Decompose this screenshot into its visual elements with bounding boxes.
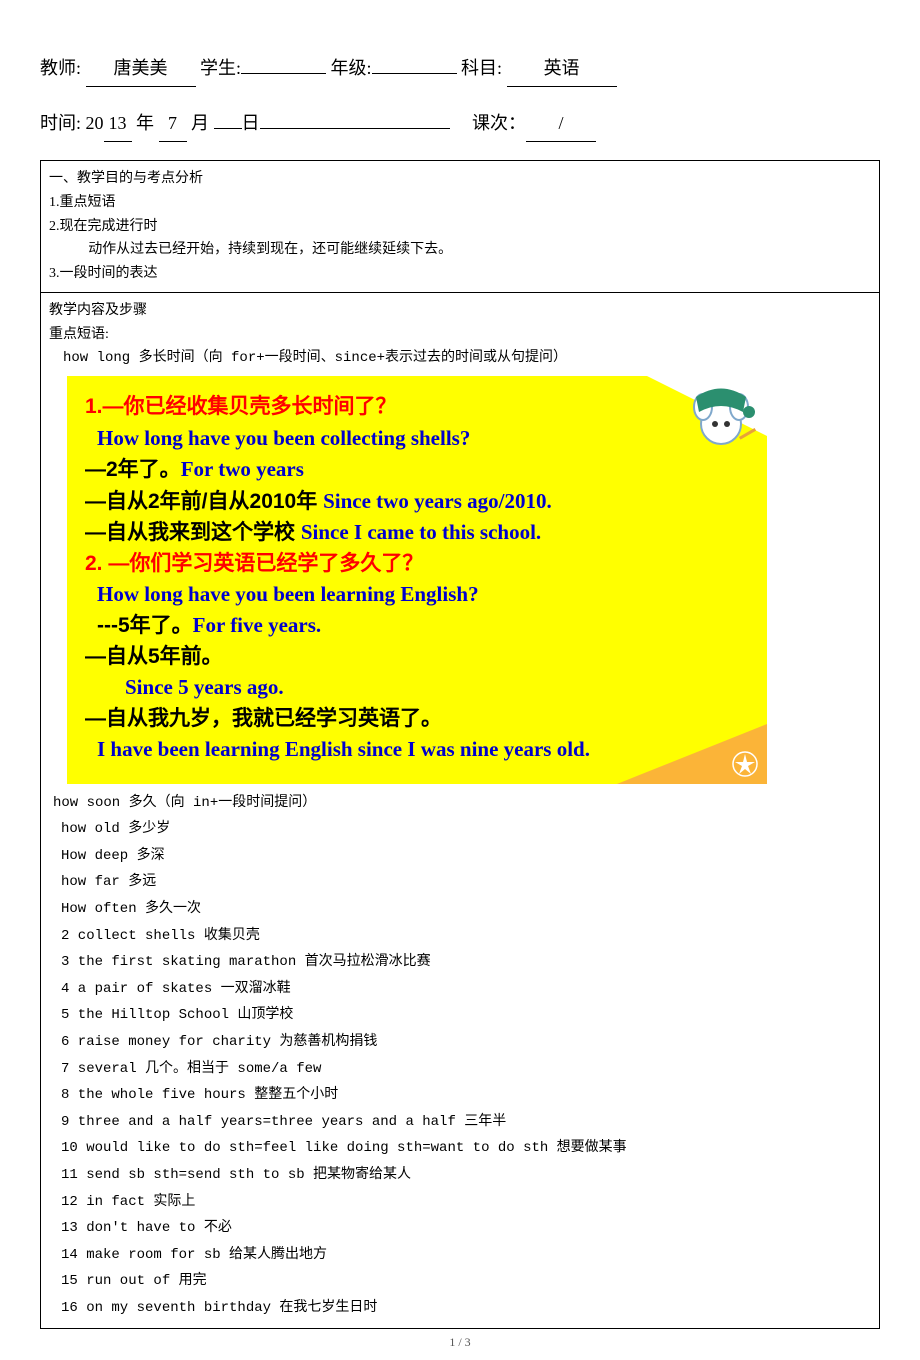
session-value: / (526, 105, 596, 142)
phrase-row: 16 on my seventh birthday 在我七岁生日时 (53, 1295, 871, 1322)
slide-a3-en: Since I came to this school. (301, 520, 541, 544)
phrase-row: 9 three and a half years=three years and… (53, 1109, 871, 1136)
month-value: 7 (159, 105, 187, 142)
page: 教师: 唐美美 学生: 年级: 科目: 英语 时间: 2013 年 7 月 日 … (0, 0, 920, 1360)
slide-a2-zh: —自从2年前/自从2010年 (85, 490, 323, 513)
phrase-row: 11 send sb sth=send sth to sb 把某物寄给某人 (53, 1162, 871, 1189)
example-slide: 1.—你已经收集贝壳多长时间了？ How long have you been … (67, 376, 767, 783)
phrase-row: how far 多远 (53, 869, 871, 896)
slide-q1-num: 1. (85, 395, 103, 418)
teacher-label: 教师: (40, 58, 86, 78)
year-value: 13 (104, 105, 132, 142)
slide-line-12: I have been learning English since I was… (85, 734, 749, 765)
subject-value: 英语 (507, 50, 617, 87)
phrase-row: 3 the first skating marathon 首次马拉松滑冰比赛 (53, 949, 871, 976)
star-logo-icon (731, 750, 759, 778)
slide-q1-zh: —你已经收集贝壳多长时间了？ (103, 395, 397, 418)
slide-line-2: How long have you been collecting shells… (85, 423, 749, 454)
phrase-row: How deep 多深 (53, 843, 871, 870)
header-line-2: 时间: 2013 年 7 月 日 课次：/ (40, 105, 880, 142)
page-footer: 1 / 3 (40, 1335, 880, 1350)
slide-a6-zh: —自从我九岁，我就已经学习英语了。 (85, 707, 442, 730)
phrases-list: how soon 多久（向 in+一段时间提问） how old 多少岁 How… (49, 790, 871, 1322)
section1-item3: 3.一段时间的表达 (49, 262, 871, 286)
year-suffix: 年 (132, 113, 159, 133)
phrase-row: 14 make room for sb 给某人腾出地方 (53, 1242, 871, 1269)
subject-label: 科目: (461, 58, 507, 78)
section1-item2-sub: 动作从过去已经开始，持续到现在，还可能继续延续下去。 (49, 238, 871, 262)
slide-line-3: —2年了。For two years (85, 454, 749, 485)
slide-line-7: How long have you been learning English? (85, 579, 749, 610)
slide-q1-en: How long have you been collecting shells… (97, 426, 470, 450)
phrase-row: How often 多久一次 (53, 896, 871, 923)
slide-line-9: —自从5年前。 (85, 642, 749, 672)
slide-a1-en: For two years (181, 457, 304, 481)
slide-line-8: ---5年了。For five years. (85, 610, 749, 641)
phrase-row: 13 don't have to 不必 (53, 1215, 871, 1242)
objectives-box: 一、教学目的与考点分析 1.重点短语 2.现在完成进行时 动作从过去已经开始，持… (40, 160, 880, 293)
slide-q2-num: 2. (85, 552, 108, 575)
student-blank (241, 73, 326, 74)
student-label: 学生: (200, 58, 241, 78)
section1-item2: 2.现在完成进行时 (49, 215, 871, 239)
slide-a1-zh: —2年了。 (85, 458, 181, 481)
slide-a4-zh: ---5年了。 (97, 614, 193, 637)
section2-title: 教学内容及步骤 (49, 299, 871, 323)
slide-a4-en: For five years. (193, 613, 321, 637)
time-blank (260, 128, 450, 129)
header-line-1: 教师: 唐美美 学生: 年级: 科目: 英语 (40, 50, 880, 87)
phrase-row: 7 several 几个。相当于 some/a few (53, 1056, 871, 1083)
phrase-row: 8 the whole five hours 整整五个小时 (53, 1082, 871, 1109)
phrase-row: how soon 多久（向 in+一段时间提问） (53, 790, 871, 817)
phrase-row: 10 would like to do sth=feel like doing … (53, 1135, 871, 1162)
day-suffix: 日 (242, 113, 260, 133)
slide-line-10: Since 5 years ago. (85, 672, 749, 703)
section2-subtitle: 重点短语: (49, 323, 871, 347)
section1-item1: 1.重点短语 (49, 191, 871, 215)
phrase-row: 2 collect shells 收集贝壳 (53, 923, 871, 950)
teacher-value: 唐美美 (86, 50, 196, 87)
slide-a6-en: I have been learning English since I was… (97, 737, 590, 761)
session-label: 课次： (472, 113, 526, 133)
phrase-row: 15 run out of 用完 (53, 1268, 871, 1295)
howlong-note: how long 多长时间（向 for+一段时间、since+表示过去的时间或从… (49, 347, 871, 371)
phrase-row: 12 in fact 实际上 (53, 1189, 871, 1216)
time-label: 时间: 20 (40, 113, 104, 133)
phrase-row: how old 多少岁 (53, 816, 871, 843)
phrase-row: 5 the Hilltop School 山顶学校 (53, 1002, 871, 1029)
slide-a2-en: Since two years ago/2010. (323, 489, 552, 513)
slide-line-5: —自从我来到这个学校 Since I came to this school. (85, 517, 749, 548)
slide-a5-zh: —自从5年前。 (85, 645, 223, 668)
section1-title: 一、教学目的与考点分析 (49, 167, 871, 191)
slide-a5-en: Since 5 years ago. (125, 675, 284, 699)
slide-q2-en: How long have you been learning English? (97, 582, 479, 606)
grade-blank (372, 73, 457, 74)
slide-line-4: —自从2年前/自从2010年 Since two years ago/2010. (85, 486, 749, 517)
phrase-row: 6 raise money for charity 为慈善机构捐钱 (53, 1029, 871, 1056)
content-box: 教学内容及步骤 重点短语: how long 多长时间（向 for+一段时间、s… (40, 293, 880, 1329)
slide-line-6: 2. —你们学习英语已经学了多久了？ (85, 549, 749, 579)
slide-line-11: —自从我九岁，我就已经学习英语了。 (85, 704, 749, 734)
slide-q2-zh: —你们学习英语已经学了多久了？ (108, 552, 423, 575)
cartoon-icon (681, 382, 761, 462)
month-suffix: 月 (187, 113, 214, 133)
grade-label: 年级: (331, 58, 372, 78)
phrase-row: 4 a pair of skates 一双溜冰鞋 (53, 976, 871, 1003)
slide-line-1: 1.—你已经收集贝壳多长时间了？ (85, 392, 749, 422)
slide-a3-zh: —自从我来到这个学校 (85, 521, 301, 544)
day-blank (214, 128, 242, 129)
